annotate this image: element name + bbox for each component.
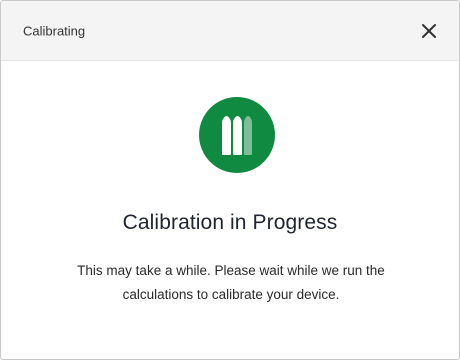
dialog-title: Calibrating xyxy=(23,23,86,39)
dialog-titlebar: Calibrating xyxy=(1,1,459,61)
calibration-bars-icon xyxy=(222,116,252,155)
close-button[interactable] xyxy=(419,21,439,41)
calibration-dialog: Calibrating Calibration in Progress This… xyxy=(0,0,460,360)
dialog-heading: Calibration in Progress xyxy=(122,211,338,234)
dialog-message: This may take a while. Please wait while… xyxy=(77,263,385,302)
calibration-status-icon xyxy=(199,97,275,173)
close-icon xyxy=(422,24,436,38)
